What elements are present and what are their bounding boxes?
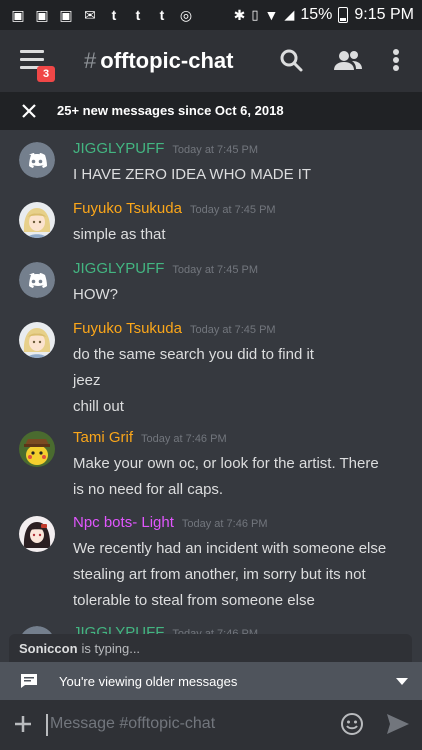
emoji-icon[interactable] (340, 712, 364, 736)
mail-icon: ✉ (84, 6, 96, 23)
message-timestamp: Today at 7:46 PM (141, 433, 227, 445)
message-text: HOW? (73, 286, 118, 303)
message-timestamp: Today at 7:45 PM (172, 264, 259, 276)
text-cursor (46, 714, 48, 736)
more-options-icon[interactable] (387, 46, 405, 74)
message-input[interactable]: Message #offtopic-chat (50, 715, 215, 733)
message-header: Fuyuko Tsukuda Today at 7:45 PM (73, 320, 276, 337)
channel-title: # offtopic-chat (84, 48, 233, 74)
vibrate-icon: ▯ (251, 7, 259, 22)
status-right: ✱ ▯ ▼ ◢ 15% 9:15 PM (234, 0, 414, 30)
typing-text: is typing... (81, 640, 141, 656)
message-header: Tami Grif Today at 7:46 PM (73, 429, 227, 446)
signal-icon: ◢ (284, 7, 295, 22)
tumblr-icon: t (135, 7, 141, 23)
author-name[interactable]: Fuyuko Tsukuda (73, 320, 182, 337)
search-icon[interactable] (277, 46, 305, 74)
author-name[interactable]: JIGGLYPUFF (73, 260, 164, 277)
message-text: simple as that (73, 226, 166, 243)
message-composer: Message #offtopic-chat (0, 700, 422, 750)
chevron-down-icon[interactable] (396, 678, 408, 685)
status-bar: ▣ ▣ ▣ ✉ t t t ◎ ✱ ▯ ▼ ◢ 15% 9:15 PM (0, 0, 422, 30)
older-messages-bar[interactable]: You're viewing older messages (0, 662, 422, 700)
members-icon[interactable] (333, 46, 363, 74)
unread-badge: 3 (37, 66, 55, 82)
message-header: JIGGLYPUFF Today at 7:45 PM (73, 140, 258, 157)
avatar[interactable] (19, 431, 55, 467)
channel-name: offtopic-chat (100, 48, 234, 73)
tumblr-icon: t (111, 7, 117, 23)
battery-percent: 15% (300, 6, 333, 23)
send-icon[interactable] (386, 713, 410, 735)
notification-icons: ▣ ▣ ▣ ✉ t t t ◎ (10, 6, 194, 24)
author-name[interactable]: Npc bots- Light (73, 514, 174, 531)
message-header: Fuyuko Tsukuda Today at 7:45 PM (73, 200, 276, 217)
message-text: do the same search you did to find it (73, 346, 314, 363)
message-text: jeez (73, 372, 101, 389)
avatar[interactable] (19, 516, 55, 552)
chat-bubble-icon (21, 674, 37, 688)
discord-logo-icon[interactable] (19, 142, 55, 178)
message-list[interactable]: JIGGLYPUFF Today at 7:45 PM I HAVE ZERO ID… (0, 130, 422, 635)
close-icon[interactable] (20, 102, 38, 120)
channel-header: 3 # offtopic-chat (0, 30, 422, 92)
gamepad-icon: ▣ (35, 6, 49, 23)
tumblr-icon: t (159, 7, 165, 23)
older-messages-text: You're viewing older messages (59, 674, 238, 689)
message-text: tolerable to steal from someone else (73, 592, 315, 609)
message-header: Npc bots- Light Today at 7:46 PM (73, 514, 268, 531)
message-text: stealing art from another, im sorry but … (73, 566, 366, 583)
message-text: I HAVE ZERO IDEA WHO MADE IT (73, 166, 312, 183)
message-text: Make your own oc, or look for the artist… (73, 455, 379, 472)
avatar[interactable] (19, 202, 55, 238)
message-timestamp: Today at 7:46 PM (181, 518, 268, 530)
author-name[interactable]: JIGGLYPUFF (73, 140, 164, 157)
clock: 9:15 PM (354, 6, 414, 23)
typing-indicator: Soniccon is typing... (9, 634, 412, 662)
message-text: is no need for all caps. (73, 481, 224, 498)
author-name[interactable]: Tami Grif (73, 429, 133, 446)
new-messages-banner[interactable]: 25+ new messages since Oct 6, 2018 (0, 92, 422, 130)
discord-logo-icon[interactable] (19, 262, 55, 298)
message-timestamp: Today at 7:45 PM (189, 204, 276, 216)
message-timestamp: Today at 7:45 PM (189, 324, 276, 336)
gamepad-icon: ▣ (59, 6, 73, 23)
add-attachment-icon[interactable] (14, 715, 32, 733)
banner-text: 25+ new messages since Oct 6, 2018 (57, 103, 284, 118)
instagram-icon: ◎ (179, 6, 193, 23)
wifi-icon: ▼ (264, 7, 279, 23)
message-header: JIGGLYPUFF Today at 7:45 PM (73, 260, 258, 277)
battery-icon (338, 7, 349, 23)
message-text: chill out (73, 398, 124, 415)
typing-user: Soniccon (19, 640, 78, 656)
channel-hash: # (84, 48, 97, 73)
bluetooth-icon: ✱ (233, 6, 246, 23)
message-timestamp: Today at 7:45 PM (172, 144, 259, 156)
avatar[interactable] (19, 322, 55, 358)
gamepad-icon: ▣ (11, 6, 25, 23)
author-name[interactable]: Fuyuko Tsukuda (73, 200, 182, 217)
message-text: We recently had an incident with someone… (73, 540, 387, 557)
